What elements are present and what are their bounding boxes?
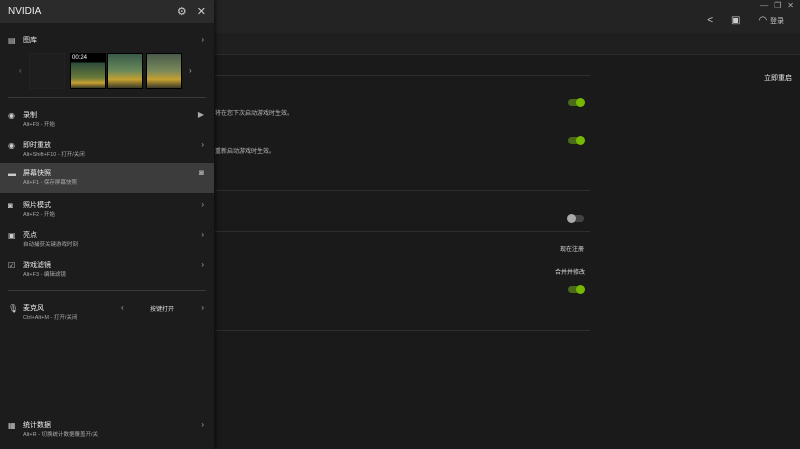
item-shortcut: Alt+F3 - 编辑滤镜 [23, 272, 66, 278]
merge-link[interactable]: 合并并修改 [555, 267, 585, 276]
record-item[interactable]: ◉ 录制 Alt+F9 - 开始 ▶ [0, 105, 214, 135]
highlight-icon: ▣ [8, 231, 16, 240]
chevron-right-icon: › [201, 200, 204, 209]
restore-button[interactable]: ❐ [774, 1, 781, 10]
gallery-thumb-0[interactable] [29, 53, 65, 89]
mic-next-button[interactable]: › [201, 303, 204, 312]
close-window-button[interactable]: ✕ [787, 1, 794, 10]
camera-icon[interactable]: ◙ [199, 168, 204, 177]
setting-row-1-desc: 将在您下次启动游戏时生效。 [215, 111, 294, 117]
item-shortcut: Ctrl+Alt+M - 打开/关闭 [23, 315, 78, 321]
window-controls: — ❐ ✕ [760, 1, 794, 10]
chevron-right-icon: › [201, 420, 204, 429]
item-shortcut: Alt+Shift+F10 - 打开/关闭 [23, 152, 85, 158]
item-shortcut: Alt+F9 - 开始 [23, 122, 55, 128]
mic-mode-value: 按键打开 [150, 307, 175, 313]
gallery-thumb-2[interactable] [107, 53, 143, 89]
login-button[interactable]: ◠ 登录 [758, 15, 784, 26]
instant-replay-item[interactable]: ◉ 即时重放 Alt+Shift+F10 - 打开/关闭 › [0, 135, 214, 165]
replay-icon: ◉ [8, 141, 15, 150]
microphone-item[interactable]: 🎙 麦克风 Ctrl+Alt+M - 打开/关闭 ‹ 按键打开 › [0, 298, 214, 328]
gallery-thumb-3[interactable] [146, 53, 182, 89]
gallery-next-button[interactable]: › [189, 66, 192, 75]
register-now-link[interactable]: 现在注册 [560, 244, 584, 253]
nvidia-overlay-panel: NVIDIA ⚙ ✕ ▤ 图库 › ‹ 00:24 › ◉ 录制 Alt+F9 - … [0, 0, 214, 449]
toggle-3[interactable] [567, 214, 584, 223]
image-icon: ▬ [8, 169, 16, 178]
filter-icon: ☑ [8, 261, 16, 270]
share-icon[interactable]: < [707, 15, 713, 26]
item-label: 屏幕快照 [23, 170, 51, 177]
mic-prev-button[interactable]: ‹ [121, 303, 124, 312]
item-shortcut: Alt+F1 - 保存屏幕快照 [23, 180, 77, 186]
user-icon: ◠ [758, 15, 768, 26]
item-label: 麦克风 [23, 305, 44, 312]
record-icon: ◉ [8, 111, 15, 120]
play-icon[interactable]: ▶ [198, 110, 204, 119]
gallery-prev-button[interactable]: ‹ [19, 66, 22, 75]
gallery-thumb-video[interactable]: 00:24 [70, 53, 106, 89]
item-label: 亮点 [23, 232, 37, 239]
item-shortcut: Alt+R - 切换统计数据覆盖开/关 [23, 432, 99, 438]
stats-icon: ▦ [8, 421, 16, 430]
item-shortcut: Alt+F2 - 开始 [23, 212, 55, 218]
item-label: 照片模式 [23, 202, 51, 209]
item-shortcut: 自动捕获关键游戏时刻 [23, 242, 79, 248]
notification-icon[interactable]: ▣ [731, 15, 740, 26]
screenshot-item[interactable]: ▬ 屏幕快照 Alt+F1 - 保存屏幕快照 ◙ [0, 163, 214, 193]
highlights-item[interactable]: ▣ 亮点自动捕获关键游戏时刻 › [0, 225, 214, 255]
login-label: 登录 [770, 18, 784, 25]
chevron-right-icon: › [201, 35, 204, 44]
gallery-icon: ▤ [8, 36, 16, 45]
video-duration: 00:24 [72, 55, 88, 61]
chevron-right-icon: › [201, 140, 204, 149]
statistics-item[interactable]: ▦ 统计数据 Alt+R - 切换统计数据覆盖开/关 › [0, 415, 214, 445]
toggle-1[interactable] [568, 98, 585, 107]
gallery-label: 图库 [23, 37, 37, 44]
chevron-right-icon: › [201, 230, 204, 239]
item-label: 统计数据 [23, 422, 51, 429]
item-label: 游戏滤镜 [23, 262, 51, 269]
game-filter-item[interactable]: ☑ 游戏滤镜 Alt+F3 - 编辑滤镜 › [0, 255, 214, 285]
chevron-right-icon: › [201, 260, 204, 269]
microphone-icon: 🎙 [8, 304, 19, 313]
panel-title: NVIDIA [8, 6, 42, 17]
setting-row-2-desc: 重新启动游戏时生效。 [215, 149, 276, 155]
photo-mode-item[interactable]: ◙ 照片模式 Alt+F2 - 开始 › [0, 195, 214, 225]
item-label: 录制 [23, 112, 37, 119]
toggle-2[interactable] [568, 136, 585, 145]
settings-content: 将在您下次启动游戏时生效。 重新启动游戏时生效。 现在注册 合并并修改 [215, 55, 800, 449]
toggle-4[interactable] [568, 285, 585, 294]
camera-icon: ◙ [8, 201, 13, 210]
settings-gear-icon[interactable]: ⚙ [177, 5, 187, 18]
close-icon[interactable]: ✕ [197, 5, 206, 18]
item-label: 即时重放 [23, 142, 51, 149]
minimize-button[interactable]: — [760, 1, 768, 10]
